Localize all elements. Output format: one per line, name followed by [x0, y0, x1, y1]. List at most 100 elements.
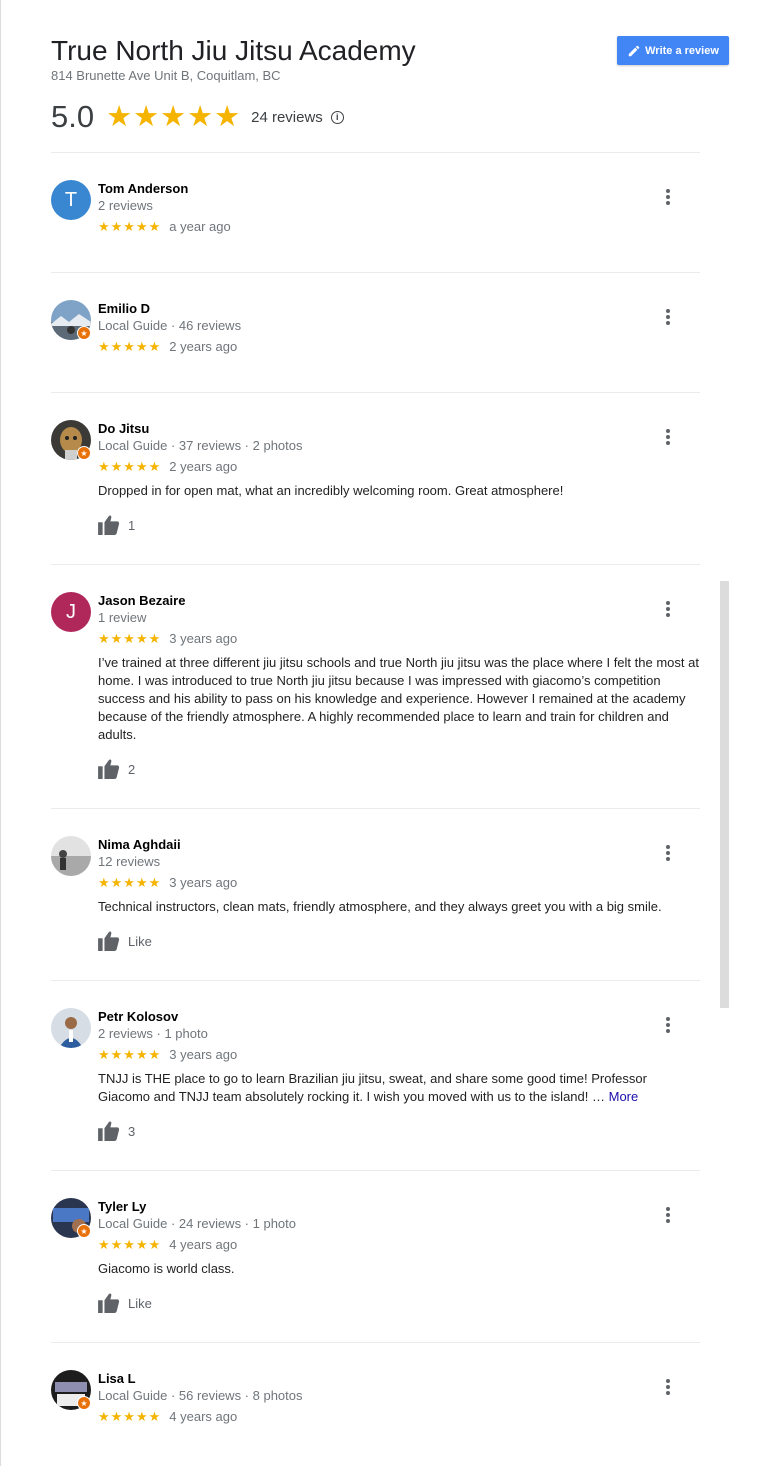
divider [51, 1170, 700, 1171]
local-guide-badge-icon: ★ [77, 446, 91, 460]
more-options-icon[interactable] [662, 1377, 674, 1397]
more-options-icon[interactable] [662, 843, 674, 863]
like-count: 2 [128, 761, 136, 777]
rating-summary: 5.0 ★★★★★ 24 reviews i [51, 97, 344, 137]
review-stars: ★★★★★ [98, 458, 162, 474]
total-review-count: 24 reviews [251, 108, 323, 126]
review-text-content: TNJJ is THE place to go to learn Brazili… [98, 1071, 647, 1104]
reviewer-name[interactable]: Tyler Ly [98, 1198, 701, 1215]
reviewer-meta: Local Guide · 24 reviews · 1 photo [98, 1216, 296, 1231]
thumbs-up-icon [98, 1293, 120, 1313]
more-options-icon[interactable] [662, 307, 674, 327]
review-stars: ★★★★★ [98, 1046, 162, 1062]
thumbs-up-icon [98, 931, 120, 951]
avatar[interactable]: J [51, 592, 91, 632]
review-rating: ★★★★★ 4 years ago [98, 1408, 701, 1425]
review-body: Tyler Ly Local Guide · 24 reviews · 1 pho… [98, 1198, 701, 1314]
divider [51, 392, 700, 393]
avatar-initial: J [66, 600, 76, 623]
review-body: Tom Anderson 2 reviews ★★★★★ a year ago [98, 180, 701, 235]
avatar-initial: T [64, 188, 78, 211]
pencil-icon [628, 45, 640, 56]
reviewer-name[interactable]: Jason Bezaire [98, 592, 701, 609]
review-text: Technical instructors, clean mats, frien… [98, 898, 701, 916]
avatar[interactable] [51, 836, 91, 876]
more-link[interactable]: More [609, 1089, 639, 1104]
review-rating: ★★★★★ a year ago [98, 218, 701, 235]
review-stars: ★★★★★ [98, 1408, 162, 1424]
review-text-content: Technical instructors, clean mats, frien… [98, 899, 662, 914]
rating-score: 5.0 [51, 99, 95, 134]
info-icon[interactable]: i [330, 110, 344, 124]
review-text-content: Giacomo is world class. [98, 1261, 235, 1276]
review-text: TNJJ is THE place to go to learn Brazili… [98, 1070, 701, 1106]
reviewer-meta: 12 reviews [98, 854, 161, 869]
thumbs-up-icon [98, 515, 120, 535]
review-text: Dropped in for open mat, what an incredi… [98, 482, 701, 500]
more-options-icon[interactable] [662, 1205, 674, 1225]
review-date: 4 years ago [169, 1409, 238, 1424]
scrollbar-thumb[interactable] [720, 581, 729, 1008]
local-guide-badge-icon: ★ [77, 1396, 91, 1410]
review-date: 2 years ago [169, 339, 238, 354]
thumbs-up-icon [98, 1121, 120, 1141]
reviewer-meta: 2 reviews · 1 photo [98, 1026, 208, 1041]
review-body: Nima Aghdaii 12 reviews ★★★★★ 3 years ago Te… [98, 836, 701, 952]
reviewer-meta: Local Guide · 37 reviews · 2 photos [98, 438, 303, 453]
divider [51, 272, 700, 273]
review-text-content: I’ve trained at three different jiu jits… [98, 655, 699, 742]
review-body: Lisa L Local Guide · 56 reviews · 8 photo… [98, 1370, 701, 1425]
review-date: 2 years ago [169, 459, 238, 474]
divider [51, 564, 700, 565]
review-date: 3 years ago [169, 631, 238, 646]
like-count: Like [128, 1295, 152, 1311]
more-options-icon[interactable] [662, 427, 674, 447]
divider [51, 808, 700, 809]
reviewer-name[interactable]: Tom Anderson [98, 180, 701, 197]
write-review-button[interactable]: Write a review [617, 36, 729, 65]
like-button[interactable]: 3 [98, 1120, 701, 1142]
review-body: Do Jitsu Local Guide · 37 reviews · 2 pho… [98, 420, 701, 536]
like-count: Like [128, 933, 152, 949]
local-guide-badge-icon: ★ [77, 326, 91, 340]
review-stars: ★★★★★ [98, 1236, 162, 1252]
reviewer-name[interactable]: Do Jitsu [98, 420, 701, 437]
review-date: 3 years ago [169, 1047, 238, 1062]
review-stars: ★★★★★ [98, 218, 162, 234]
review-stars: ★★★★★ [98, 874, 162, 890]
divider [51, 1342, 700, 1343]
review-date: a year ago [169, 219, 231, 234]
review-text: I’ve trained at three different jiu jits… [98, 654, 701, 744]
review-rating: ★★★★★ 2 years ago [98, 338, 701, 355]
like-button[interactable]: 1 [98, 514, 701, 536]
review-body: Petr Kolosov 2 reviews · 1 photo ★★★★★ 3 ye… [98, 1008, 701, 1142]
reviewer-name[interactable]: Lisa L [98, 1370, 701, 1387]
reviewer-name[interactable]: Emilio D [98, 300, 701, 317]
more-options-icon[interactable] [662, 599, 674, 619]
review-rating: ★★★★★ 3 years ago [98, 874, 701, 891]
reviewer-name[interactable]: Nima Aghdaii [98, 836, 701, 853]
local-guide-badge-icon: ★ [77, 1224, 91, 1238]
like-count: 3 [128, 1123, 136, 1139]
review-date: 3 years ago [169, 875, 238, 890]
like-button[interactable]: Like [98, 930, 701, 952]
reviewer-name[interactable]: Petr Kolosov [98, 1008, 701, 1025]
more-options-icon[interactable] [662, 1015, 674, 1035]
review-rating: ★★★★★ 2 years ago [98, 458, 701, 475]
like-button[interactable]: Like [98, 1292, 701, 1314]
like-button[interactable]: 2 [98, 758, 701, 780]
avatar[interactable]: T [51, 180, 91, 220]
review-body: Emilio D Local Guide · 46 reviews ★★★★★ 2 y… [98, 300, 701, 355]
left-border [0, 0, 1, 1466]
review-rating: ★★★★★ 4 years ago [98, 1236, 701, 1253]
review-text: Giacomo is world class. [98, 1260, 701, 1278]
thumbs-up-icon [98, 759, 120, 779]
divider [51, 980, 700, 981]
review-text-content: Dropped in for open mat, what an incredi… [98, 483, 564, 498]
review-date: 4 years ago [169, 1237, 238, 1252]
write-review-label: Write a review [645, 44, 719, 57]
avatar[interactable] [51, 1008, 91, 1048]
divider [51, 152, 700, 153]
reviewer-meta: 2 reviews [98, 198, 153, 213]
more-options-icon[interactable] [662, 187, 674, 207]
